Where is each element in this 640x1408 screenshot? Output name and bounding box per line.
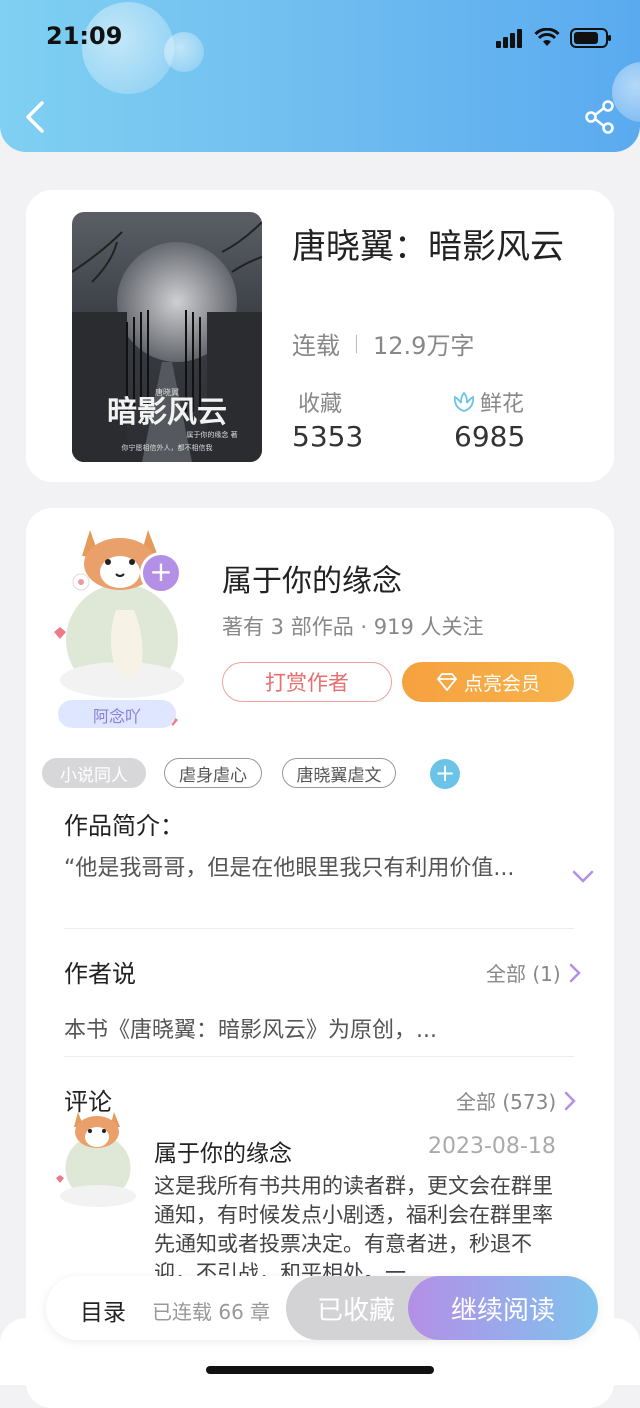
author-works-followers: 著有 3 部作品 · 919 人关注 xyxy=(222,615,484,639)
continue-reading-button[interactable]: 继续阅读 xyxy=(408,1276,598,1340)
home-indicator[interactable] xyxy=(206,1366,434,1374)
collected-button-label: 已收藏 xyxy=(316,1295,395,1326)
tag-item[interactable]: 小说同人 xyxy=(42,758,146,788)
book-cover[interactable]: 唐晓翼 暗影风云 属于你的缘念 著 你宁愿相信外人，都不相信我 xyxy=(72,212,262,462)
author-says-text[interactable]: 本书《唐晓翼：暗影风云》为原创，... xyxy=(64,1012,437,1044)
book-meta: 连载 12.9万字 xyxy=(292,326,474,361)
tag-item[interactable]: 虐身虐心 xyxy=(164,758,262,788)
avatar-art xyxy=(54,530,184,728)
meta-divider xyxy=(356,334,357,353)
cover-tagline: 你宁愿相信外人，都不相信我 xyxy=(122,443,213,452)
back-icon[interactable] xyxy=(22,100,48,134)
comment-date: 2023-08-18 xyxy=(428,1134,556,1159)
author-says-title: 作者说 xyxy=(64,960,136,988)
chevron-right-icon xyxy=(569,963,581,982)
chapters-count: 已连载 66 章 xyxy=(152,1300,271,1324)
cover-byline: 属于你的缘念 著 xyxy=(186,430,237,439)
decor-bubble-right xyxy=(612,62,640,122)
flower-count: 6985 xyxy=(454,420,526,453)
intro-text[interactable]: “他是我哥哥，但是在他眼里我只有利用价值... xyxy=(64,850,554,882)
comments-all-label: 全部 (573) xyxy=(456,1090,557,1114)
vip-button-label: 点亮会员 xyxy=(463,672,540,695)
chevron-right-icon xyxy=(564,1091,576,1110)
cover-art: 唐晓翼 暗影风云 属于你的缘念 著 你宁愿相信外人，都不相信我 xyxy=(72,221,262,462)
comment-text[interactable]: 这是我所有书共用的读者群，更文会在群里通知，有时候发点小剧透，福利会在群里率先通… xyxy=(154,1172,564,1282)
author-nickname: 阿念吖 xyxy=(92,707,141,726)
follow-plus-button[interactable]: + xyxy=(140,552,182,594)
reward-author-button[interactable]: 打赏作者 xyxy=(222,662,392,702)
share-icon[interactable] xyxy=(584,100,616,134)
header-bar: 21:09 xyxy=(0,0,640,152)
author-says-all-link[interactable]: 全部 (1) xyxy=(486,958,581,987)
author-name[interactable]: 属于你的缘念 xyxy=(222,556,402,600)
book-word-count: 12.9万字 xyxy=(373,332,475,360)
comments-all-link[interactable]: 全部 (573) xyxy=(456,1086,576,1115)
battery-icon xyxy=(570,28,611,48)
commenter-avatar-art xyxy=(56,1112,136,1207)
wifi-icon xyxy=(534,28,560,46)
tag-item[interactable]: 唐晓翼虐文 xyxy=(282,758,396,788)
bottom-action-bar: 目录 已连载 66 章 已收藏 继续阅读 xyxy=(46,1276,598,1340)
intro-title: 作品简介： xyxy=(64,812,184,840)
vip-button[interactable]: 点亮会员 xyxy=(402,662,574,702)
book-status: 连载 xyxy=(292,332,340,360)
chevron-down-icon[interactable] xyxy=(572,870,594,884)
toc-button[interactable]: 目录 xyxy=(80,1293,126,1327)
author-says-all-label: 全部 (1) xyxy=(486,962,561,986)
cover-title-text: 暗影风云 xyxy=(107,395,227,430)
commenter-avatar[interactable] xyxy=(52,1106,142,1226)
flower-label: 鲜花 xyxy=(480,392,525,417)
signal-icon xyxy=(496,29,522,48)
book-title: 唐晓翼：暗影风云 xyxy=(292,227,564,267)
section-divider xyxy=(64,928,574,929)
commenter-name[interactable]: 属于你的缘念 xyxy=(154,1134,292,1168)
decor-bubble-small xyxy=(164,32,204,72)
status-icons xyxy=(496,28,612,48)
continue-reading-label: 继续阅读 xyxy=(450,1295,555,1326)
flower-stat[interactable]: 鲜花 xyxy=(452,386,524,418)
author-avatar[interactable]: 阿念吖 + xyxy=(46,520,196,732)
diamond-icon xyxy=(436,673,458,691)
collect-label: 收藏 xyxy=(298,392,343,417)
section-divider xyxy=(64,1056,574,1057)
flower-icon xyxy=(453,391,475,412)
add-tag-button[interactable]: + xyxy=(430,759,460,789)
collect-count: 5353 xyxy=(292,420,364,453)
status-time: 21:09 xyxy=(46,22,123,50)
